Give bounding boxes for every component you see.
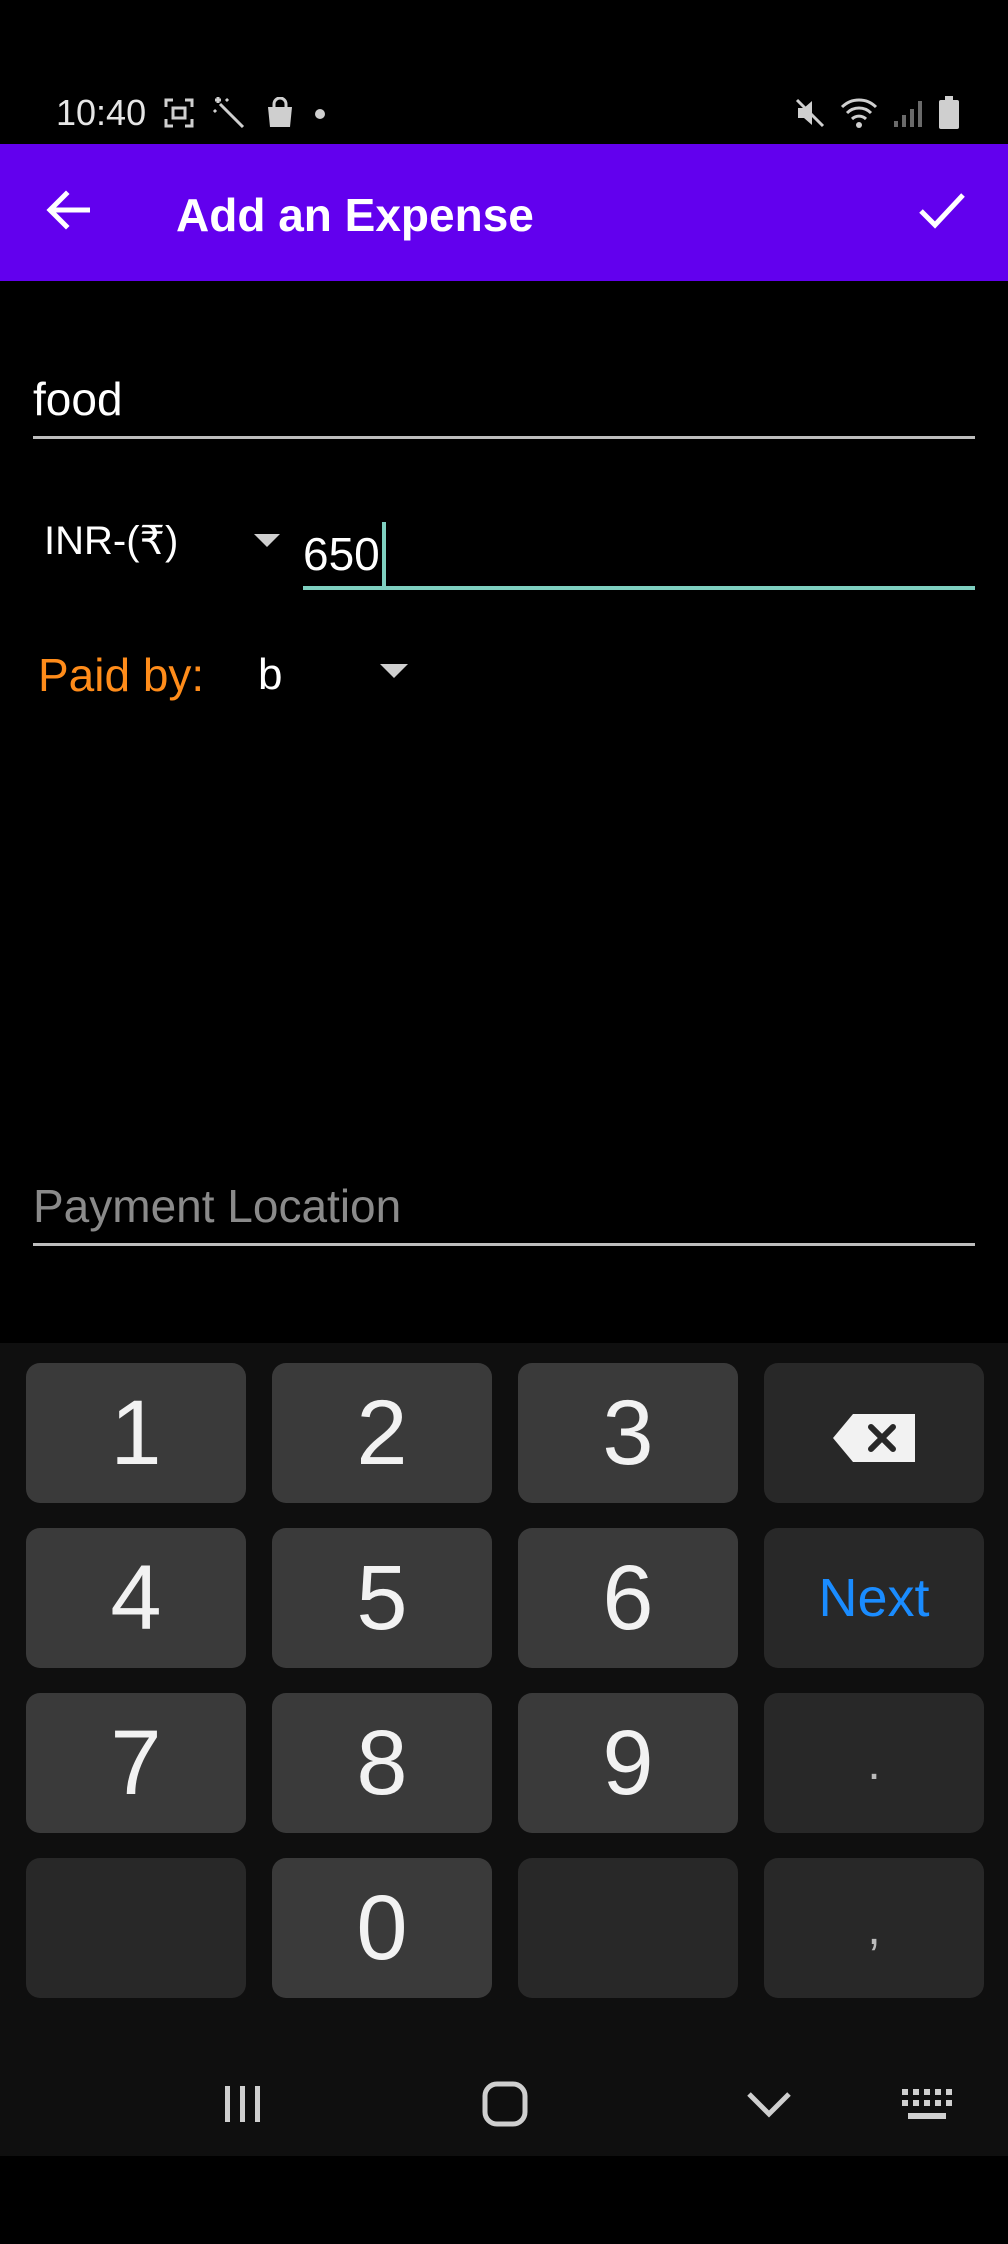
recents-icon bbox=[222, 2084, 264, 2129]
home-button[interactable] bbox=[470, 2076, 540, 2136]
status-bar: 10:40 bbox=[0, 0, 1008, 144]
blank-key-left[interactable] bbox=[26, 1858, 246, 1998]
key-5[interactable]: 5 bbox=[272, 1528, 492, 1668]
save-button[interactable] bbox=[902, 172, 982, 252]
navigation-bar bbox=[0, 2050, 1008, 2156]
amount-value-wrap: 650 bbox=[303, 522, 386, 586]
chevron-down-icon bbox=[746, 2089, 792, 2124]
key-4[interactable]: 4 bbox=[26, 1528, 246, 1668]
key-0[interactable]: 0 bbox=[272, 1858, 492, 1998]
key-1[interactable]: 1 bbox=[26, 1363, 246, 1503]
key-9[interactable]: 9 bbox=[518, 1693, 738, 1833]
next-key[interactable]: Next bbox=[764, 1528, 984, 1668]
currency-selector[interactable]: INR-(₹) bbox=[44, 518, 178, 564]
paid-by-label: Paid by: bbox=[38, 649, 205, 701]
comma-key[interactable]: , bbox=[764, 1858, 984, 1998]
back-button[interactable] bbox=[36, 172, 100, 252]
page-title: Add an Expense bbox=[176, 189, 534, 241]
keyboard-icon bbox=[900, 2087, 954, 2126]
home-icon bbox=[482, 2081, 528, 2132]
mute-icon bbox=[794, 97, 826, 134]
battery-icon bbox=[938, 96, 960, 135]
magic-wand-icon bbox=[212, 96, 246, 135]
app-bar: Add an Expense bbox=[0, 144, 1008, 281]
payment-location-field[interactable]: Payment Location bbox=[33, 1175, 975, 1246]
payer-dropdown-icon[interactable] bbox=[380, 664, 408, 678]
blank-key-right[interactable] bbox=[518, 1858, 738, 1998]
arrow-left-icon bbox=[46, 189, 91, 235]
key-3[interactable]: 3 bbox=[518, 1363, 738, 1503]
key-8[interactable]: 8 bbox=[272, 1693, 492, 1833]
backspace-key[interactable] bbox=[764, 1363, 984, 1503]
screenshot-icon bbox=[164, 98, 194, 133]
payment-location-placeholder: Payment Location bbox=[33, 1180, 402, 1232]
status-icons-right bbox=[794, 96, 960, 135]
period-key[interactable]: . bbox=[764, 1693, 984, 1833]
dot-icon bbox=[314, 107, 326, 125]
comma-key-label: , bbox=[867, 1901, 881, 1955]
text-cursor bbox=[381, 522, 386, 586]
description-field[interactable]: food bbox=[33, 362, 975, 439]
amount-field[interactable]: 650 bbox=[303, 506, 975, 590]
key-7[interactable]: 7 bbox=[26, 1693, 246, 1833]
keyboard-switch-button[interactable] bbox=[892, 2076, 962, 2136]
currency-dropdown-icon[interactable] bbox=[254, 534, 280, 547]
period-key-label: . bbox=[867, 1736, 881, 1790]
status-icons-left bbox=[164, 96, 326, 135]
recents-button[interactable] bbox=[208, 2076, 278, 2136]
signal-icon bbox=[892, 97, 924, 134]
status-time: 10:40 bbox=[56, 92, 147, 133]
key-2[interactable]: 2 bbox=[272, 1363, 492, 1503]
backspace-icon bbox=[831, 1381, 917, 1486]
payer-selector[interactable]: b bbox=[258, 650, 282, 700]
shopping-bag-icon bbox=[264, 96, 296, 134]
numeric-keyboard: 1 2 3 4 5 6 Next 7 8 9 . 0 , bbox=[0, 1343, 1008, 2156]
amount-value: 650 bbox=[303, 528, 380, 580]
description-value: food bbox=[33, 373, 123, 425]
wifi-icon bbox=[840, 97, 878, 134]
check-icon bbox=[918, 191, 966, 234]
hide-keyboard-button[interactable] bbox=[734, 2076, 804, 2136]
key-6[interactable]: 6 bbox=[518, 1528, 738, 1668]
